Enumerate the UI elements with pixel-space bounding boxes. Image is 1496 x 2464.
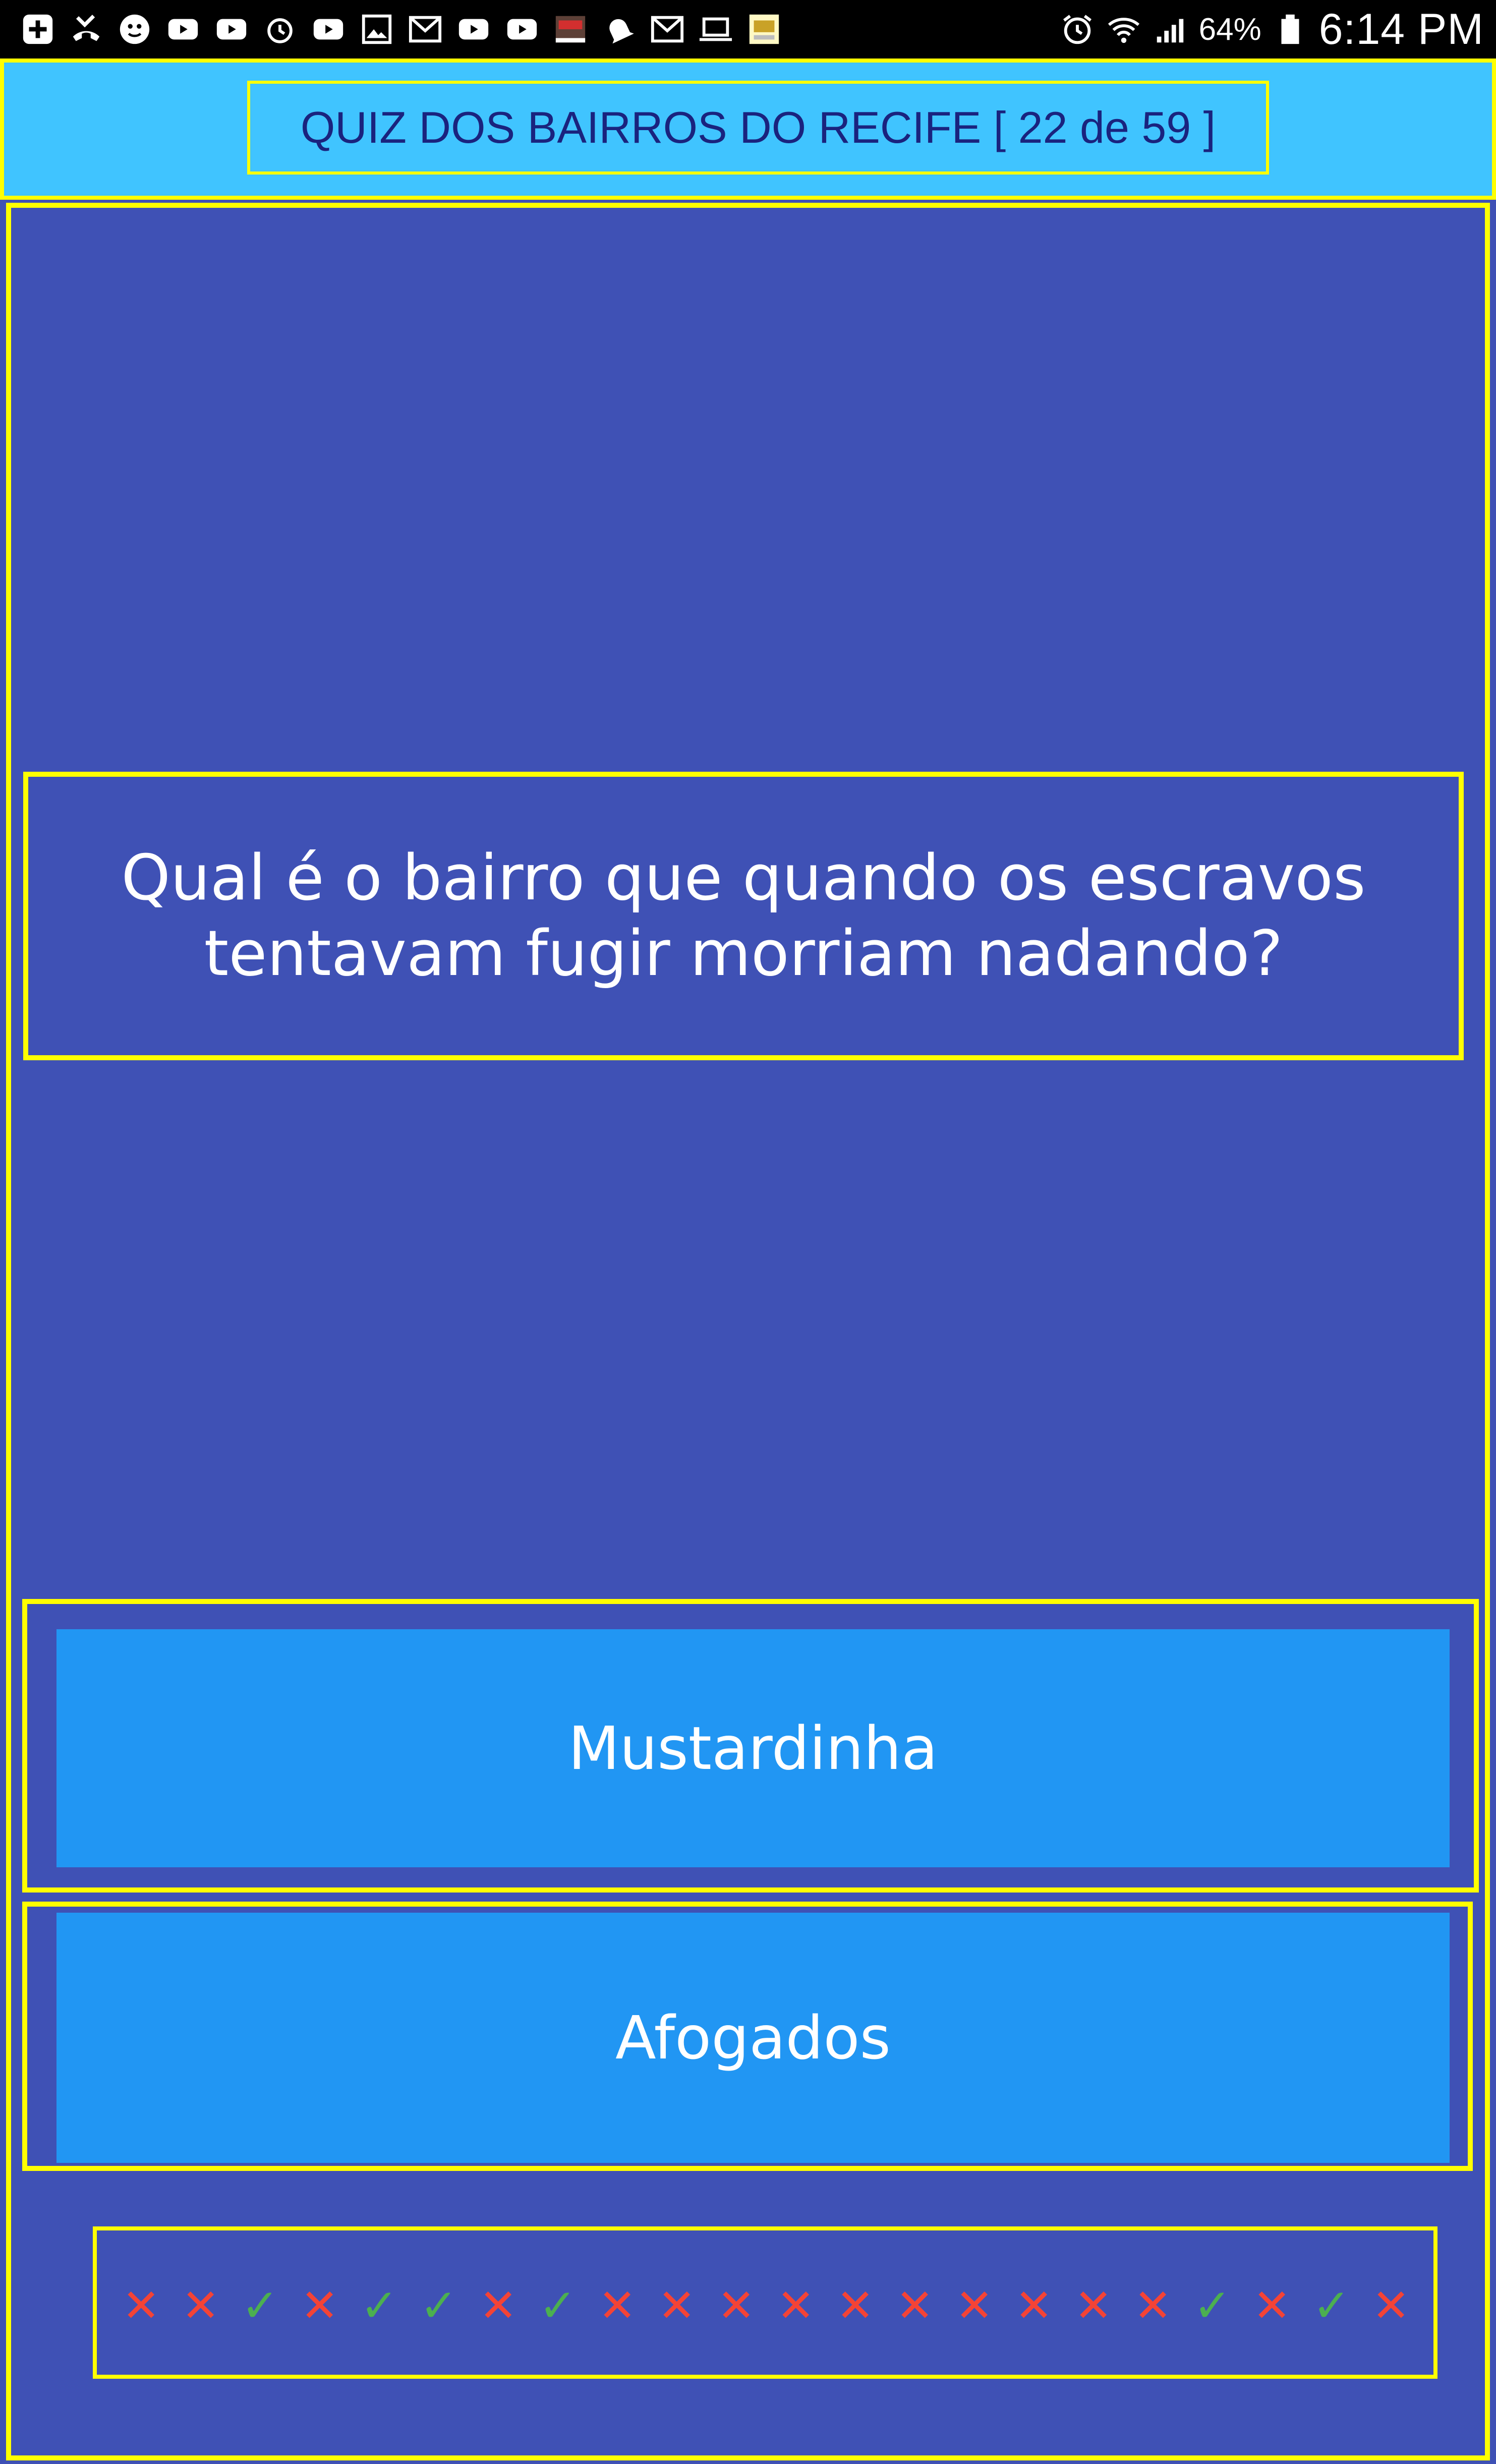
question-box: Qual é o bairro que quando os escravos t…	[23, 772, 1464, 1060]
wifi-icon	[1106, 12, 1141, 47]
laptop-icon	[698, 12, 733, 47]
youtube-icon	[456, 12, 491, 47]
notification-icons	[20, 12, 782, 47]
wrong-cross-icon: ✕	[955, 2279, 994, 2332]
missed-call-icon	[69, 12, 104, 47]
youtube-icon	[214, 12, 249, 47]
clock: 6:14 PM	[1318, 5, 1484, 53]
wrong-cross-icon: ✕	[1253, 2279, 1291, 2332]
correct-check-icon: ✓	[420, 2279, 458, 2332]
correct-check-icon: ✓	[539, 2279, 577, 2332]
wrong-cross-icon: ✕	[836, 2279, 875, 2332]
wrong-cross-icon: ✕	[122, 2279, 160, 2332]
wrong-cross-icon: ✕	[717, 2279, 756, 2332]
wrong-cross-icon: ✕	[1015, 2279, 1053, 2332]
wrong-cross-icon: ✕	[1134, 2279, 1172, 2332]
app-screen: 64% 6:14 PM QUIZ DOS BAIRROS DO RECIFE […	[0, 0, 1496, 2464]
wrong-cross-icon: ✕	[1074, 2279, 1113, 2332]
correct-check-icon: ✓	[241, 2279, 279, 2332]
answer-option-2: Afogados	[22, 1902, 1473, 2171]
gmail-icon	[408, 12, 443, 47]
correct-check-icon: ✓	[360, 2279, 398, 2332]
status-bar: 64% 6:14 PM	[0, 0, 1496, 59]
results-marks-row: ✕ ✕ ✓ ✕ ✓ ✓ ✕ ✓ ✕ ✕ ✕ ✕ ✕ ✕ ✕ ✕ ✕ ✕ ✓ ✕ ✓ ✕	[122, 2276, 1410, 2332]
quiz-title: QUIZ DOS BAIRROS DO RECIFE [ 22 de 59 ]	[300, 102, 1216, 152]
answer-button-mustardinha[interactable]: Mustardinha	[56, 1629, 1450, 1867]
youtube-icon	[504, 12, 540, 47]
answer-button-afogados[interactable]: Afogados	[56, 1913, 1450, 2163]
signal-strength-icon	[1153, 12, 1188, 47]
battery-icon	[1273, 12, 1308, 47]
youtube-icon	[311, 12, 346, 47]
wrong-cross-icon: ✕	[301, 2279, 339, 2332]
wrong-cross-icon: ✕	[658, 2279, 696, 2332]
system-status: 64% 6:14 PM	[1060, 5, 1484, 54]
app-thumbnail-icon	[746, 12, 782, 47]
wrong-cross-icon: ✕	[1372, 2279, 1410, 2332]
wrong-cross-icon: ✕	[598, 2279, 637, 2332]
photo-icon	[359, 12, 394, 47]
app-header: QUIZ DOS BAIRROS DO RECIFE [ 22 de 59 ]	[0, 59, 1496, 200]
alarm-clock-icon	[1060, 12, 1095, 47]
header-title-box: QUIZ DOS BAIRROS DO RECIFE [ 22 de 59 ]	[247, 81, 1269, 175]
wrong-cross-icon: ✕	[479, 2279, 517, 2332]
answer-option-1: Mustardinha	[22, 1599, 1479, 1893]
battery-percent: 64%	[1198, 12, 1261, 47]
face-icon	[117, 12, 152, 47]
results-history: ✕ ✕ ✓ ✕ ✓ ✓ ✕ ✓ ✕ ✕ ✕ ✕ ✕ ✕ ✕ ✕ ✕ ✕ ✓ ✕ ✓ ✕	[93, 2226, 1437, 2379]
wrong-cross-icon: ✕	[182, 2279, 220, 2332]
wrong-cross-icon: ✕	[777, 2279, 815, 2332]
alarm-icon	[262, 12, 298, 47]
correct-check-icon: ✓	[1193, 2279, 1232, 2332]
youtube-icon	[165, 12, 201, 47]
app-thumbnail-icon	[553, 12, 588, 47]
quiz-content: Qual é o bairro que quando os escravos t…	[6, 203, 1490, 2460]
question-text: Qual é o bairro que quando os escravos t…	[121, 842, 1366, 990]
add-box-icon	[20, 12, 55, 47]
correct-check-icon: ✓	[1312, 2279, 1351, 2332]
wrong-cross-icon: ✕	[896, 2279, 934, 2332]
gmail-icon	[650, 12, 685, 47]
notification-bell-icon	[601, 12, 637, 47]
